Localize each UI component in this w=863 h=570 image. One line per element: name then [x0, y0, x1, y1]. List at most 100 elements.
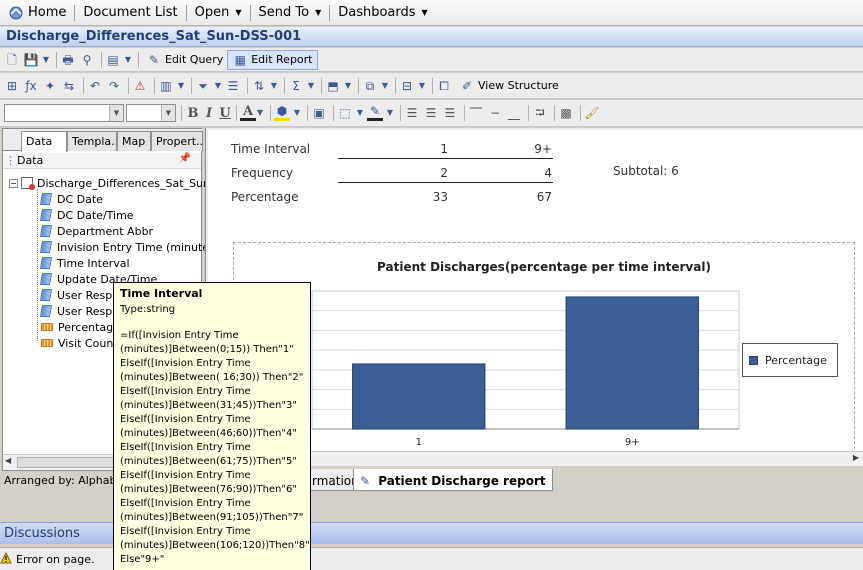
toolbar-separator [270, 105, 271, 121]
insert-icon[interactable]: ⊞ [4, 78, 20, 94]
chevron-down-icon[interactable]: ▼ [270, 78, 278, 94]
align-top-icon[interactable]: ⎺ [468, 105, 484, 121]
collapse-icon[interactable]: − [9, 178, 18, 188]
tree-item[interactable]: Percentage [41, 319, 120, 335]
align-center-icon[interactable]: ☰ [423, 105, 439, 121]
table-cell[interactable]: 67 [512, 190, 552, 204]
chevron-down-icon[interactable]: ▼ [356, 105, 364, 121]
redo-icon[interactable]: ↷ [106, 78, 122, 94]
find-icon[interactable]: ⚲ [79, 52, 95, 68]
link-icon[interactable]: ⇆ [61, 78, 77, 94]
scroll-right-icon[interactable]: ▶ [853, 453, 859, 462]
chart-container[interactable]: Patient Discharges(percentage per time i… [233, 242, 855, 464]
wrap-text-icon[interactable]: ⮒ [532, 105, 548, 121]
fill-color-icon[interactable]: ⬢ [274, 105, 290, 121]
table-cell[interactable]: 9+ [512, 142, 552, 156]
break-icon[interactable]: ☰ [225, 78, 241, 94]
copy-icon[interactable]: ⧠ [436, 78, 452, 94]
background-image-icon[interactable]: ▣ [311, 105, 327, 121]
open-menu[interactable]: Open ▼ [187, 0, 250, 26]
chevron-down-icon[interactable]: ▼ [214, 78, 222, 94]
toolbar-separator [432, 77, 433, 94]
font-name-combo[interactable]: ▼ [4, 104, 124, 122]
format-painter-icon[interactable]: 🖌 [584, 105, 600, 121]
chart-type-icon[interactable]: ▥ [158, 78, 174, 94]
table-divider [338, 182, 553, 183]
chevron-down-icon[interactable]: ▼ [418, 78, 426, 94]
tree-item-label: Percentage [58, 320, 120, 334]
bold-icon[interactable]: B [185, 106, 201, 121]
edit-query-button[interactable]: ✎ Edit Query [142, 50, 227, 70]
tab-patient-discharge-report[interactable]: ✎ Patient Discharge report [353, 469, 553, 491]
ranking-icon[interactable]: ⬒ [325, 78, 341, 94]
pin-icon[interactable]: 📌 [179, 153, 191, 164]
toolbar-separator [333, 105, 334, 121]
tree-item[interactable]: DC Date/Time [39, 207, 134, 223]
tree-item[interactable]: Time Interval [39, 255, 130, 271]
tree-item[interactable]: Visit Count [41, 335, 118, 351]
tree-item[interactable]: User Resp [39, 287, 112, 303]
warning-icon[interactable] [0, 552, 12, 564]
scroll-thumb[interactable] [17, 457, 117, 468]
chevron-down-icon[interactable]: ▼ [256, 105, 264, 121]
scroll-left-icon[interactable]: ◀ [5, 456, 11, 465]
print-icon[interactable]: 🖶 [60, 52, 76, 68]
border-icon[interactable]: ⬚ [337, 105, 353, 121]
chevron-down-icon[interactable]: ▼ [177, 78, 185, 94]
align-middle-icon[interactable]: − [487, 105, 503, 121]
dashboards-menu[interactable]: Dashboards ▼ [330, 0, 435, 26]
font-size-combo[interactable]: ▼ [126, 104, 176, 122]
chevron-down-icon[interactable]: ▼ [381, 78, 389, 94]
new-document-icon[interactable]: 🗋 [4, 52, 20, 68]
chevron-down-icon[interactable]: ▼ [42, 52, 50, 68]
toolbar-separator [83, 77, 84, 94]
tree-item[interactable]: Department Abbr [39, 223, 153, 239]
formula-icon[interactable]: ƒx [23, 78, 39, 94]
view-structure-button[interactable]: ✐ View Structure [455, 76, 563, 96]
underline-icon[interactable]: U [217, 106, 233, 121]
italic-icon[interactable]: I [201, 106, 217, 121]
document-list-menu[interactable]: Document List [75, 0, 185, 26]
table-row-label: Frequency [231, 166, 293, 180]
warning-icon[interactable]: ⚠ [132, 78, 148, 94]
tab-properties[interactable]: Propert.. [151, 131, 203, 151]
tree-item[interactable]: Invision Entry Time (minutes [39, 239, 215, 255]
sort-icon[interactable]: ⇅ [251, 78, 267, 94]
table-cell[interactable]: 4 [512, 166, 552, 180]
tree-root[interactable]: − Discharge_Differences_Sat_Sun [9, 175, 210, 191]
alerter-icon[interactable]: ⧉ [362, 78, 378, 94]
chevron-down-icon[interactable]: ▼ [293, 105, 301, 121]
tree-item[interactable]: User Resp [39, 303, 112, 319]
variable-icon[interactable]: ✦ [42, 78, 58, 94]
send-to-menu[interactable]: Send To ▼ [251, 0, 330, 26]
align-bottom-icon[interactable]: ⎽ [506, 105, 522, 121]
chevron-down-icon[interactable]: ▼ [386, 105, 394, 121]
border-color-icon[interactable]: ✎ [367, 105, 383, 121]
toolbar-separator [395, 77, 396, 94]
home-menu[interactable]: Home [0, 0, 74, 26]
sum-icon[interactable]: Σ [288, 78, 304, 94]
chevron-down-icon[interactable]: ▼ [307, 78, 315, 94]
chevron-down-icon[interactable]: ▼ [124, 52, 132, 68]
save-icon[interactable]: 💾 [23, 52, 39, 68]
merge-cells-icon[interactable]: ▩ [558, 105, 574, 121]
table-cell[interactable]: 2 [408, 166, 448, 180]
tree-item[interactable]: DC Date [39, 191, 103, 207]
tab-data[interactable]: Data [21, 131, 67, 152]
font-color-icon[interactable]: A [240, 105, 256, 121]
tab-templates[interactable]: Templa.. [67, 131, 117, 151]
filter-icon[interactable]: ⏷ [195, 78, 211, 94]
edit-report-button[interactable]: ▦ Edit Report [227, 49, 318, 70]
undo-icon[interactable]: ↶ [87, 78, 103, 94]
chevron-down-icon[interactable]: ▼ [344, 78, 352, 94]
view-structure-label: View Structure [478, 79, 559, 92]
view-mode-icon[interactable]: ▤ [105, 52, 121, 68]
table-cell[interactable]: 1 [408, 142, 448, 156]
tab-map[interactable]: Map [117, 131, 151, 151]
chevron-down-icon: ▼ [315, 8, 322, 17]
track-icon[interactable]: ⊟ [399, 78, 415, 94]
tree-item-label: DC Date/Time [57, 208, 134, 222]
align-right-icon[interactable]: ☰ [442, 105, 458, 121]
table-cell[interactable]: 33 [408, 190, 448, 204]
align-left-icon[interactable]: ☰ [404, 105, 420, 121]
